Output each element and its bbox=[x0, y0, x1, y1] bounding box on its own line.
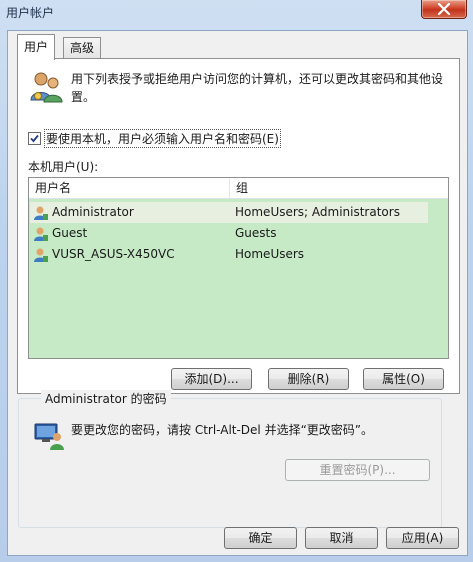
remove-user-button[interactable]: 删除(R) bbox=[268, 368, 349, 390]
user-group: HomeUsers bbox=[235, 247, 305, 261]
table-row[interactable]: Guest Guests bbox=[30, 223, 428, 244]
window-title: 用户帐户 bbox=[6, 6, 55, 20]
require-login-row[interactable]: 要使用本机，用户必须输入用户名和密码(E) bbox=[28, 129, 281, 148]
user-group: HomeUsers; Administrators bbox=[235, 205, 400, 219]
checkmark-icon bbox=[30, 134, 39, 143]
cancel-button[interactable]: 取消 bbox=[305, 527, 378, 549]
local-users-label: 本机用户(U): bbox=[28, 160, 99, 174]
list-header: 用户名 组 bbox=[29, 178, 448, 199]
user-icon bbox=[34, 206, 48, 220]
table-row[interactable]: Administrator HomeUsers; Administrators bbox=[30, 202, 428, 223]
user-icon bbox=[34, 248, 48, 262]
dialog-body: 用户 高级 用下列表授予或拒绝用户访问您的计算机，还可以更改其密码和其他设置。 … bbox=[7, 30, 468, 556]
change-password-instruction: 要更改您的密码，请按 Ctrl-Alt-Del 并选择“更改密码”。 bbox=[71, 423, 374, 437]
password-groupbox: Administrator 的密码 要更改您的密码，请按 Ctrl-Alt-De… bbox=[18, 390, 442, 528]
apply-button[interactable]: 应用(A) bbox=[386, 527, 459, 549]
users-tab-panel: 用下列表授予或拒绝用户访问您的计算机，还可以更改其密码和其他设置。 要使用本机，… bbox=[17, 58, 460, 394]
users-description: 用下列表授予或拒绝用户访问您的计算机，还可以更改其密码和其他设置。 bbox=[71, 72, 444, 104]
users-icon bbox=[30, 72, 63, 103]
reset-password-button[interactable]: 重置密码(P)... bbox=[285, 459, 430, 481]
properties-button[interactable]: 属性(O) bbox=[363, 368, 444, 390]
user-name: Guest bbox=[52, 226, 88, 240]
close-icon bbox=[437, 3, 451, 15]
title-bar: 用户帐户 bbox=[0, 0, 473, 24]
add-user-button[interactable]: 添加(D)... bbox=[171, 368, 252, 390]
user-name: VUSR_ASUS-X450VC bbox=[52, 247, 175, 261]
close-button[interactable] bbox=[421, 0, 467, 19]
column-header-username[interactable]: 用户名 bbox=[29, 178, 230, 198]
require-login-label[interactable]: 要使用本机，用户必须输入用户名和密码(E) bbox=[44, 129, 281, 148]
user-name: Administrator bbox=[52, 205, 134, 219]
tab-users[interactable]: 用户 bbox=[17, 34, 56, 60]
require-login-checkbox[interactable] bbox=[28, 132, 41, 145]
column-header-group[interactable]: 组 bbox=[230, 178, 436, 198]
password-group-title: Administrator 的密码 bbox=[41, 390, 171, 407]
ok-button[interactable]: 确定 bbox=[224, 527, 297, 549]
table-row[interactable]: VUSR_ASUS-X450VC HomeUsers bbox=[30, 244, 428, 265]
computer-user-icon bbox=[34, 423, 64, 450]
users-list[interactable]: 用户名 组 Administrator HomeUsers; Administr… bbox=[28, 177, 449, 359]
tab-advanced[interactable]: 高级 bbox=[63, 37, 102, 59]
user-icon bbox=[34, 227, 48, 241]
user-group: Guests bbox=[235, 226, 277, 240]
